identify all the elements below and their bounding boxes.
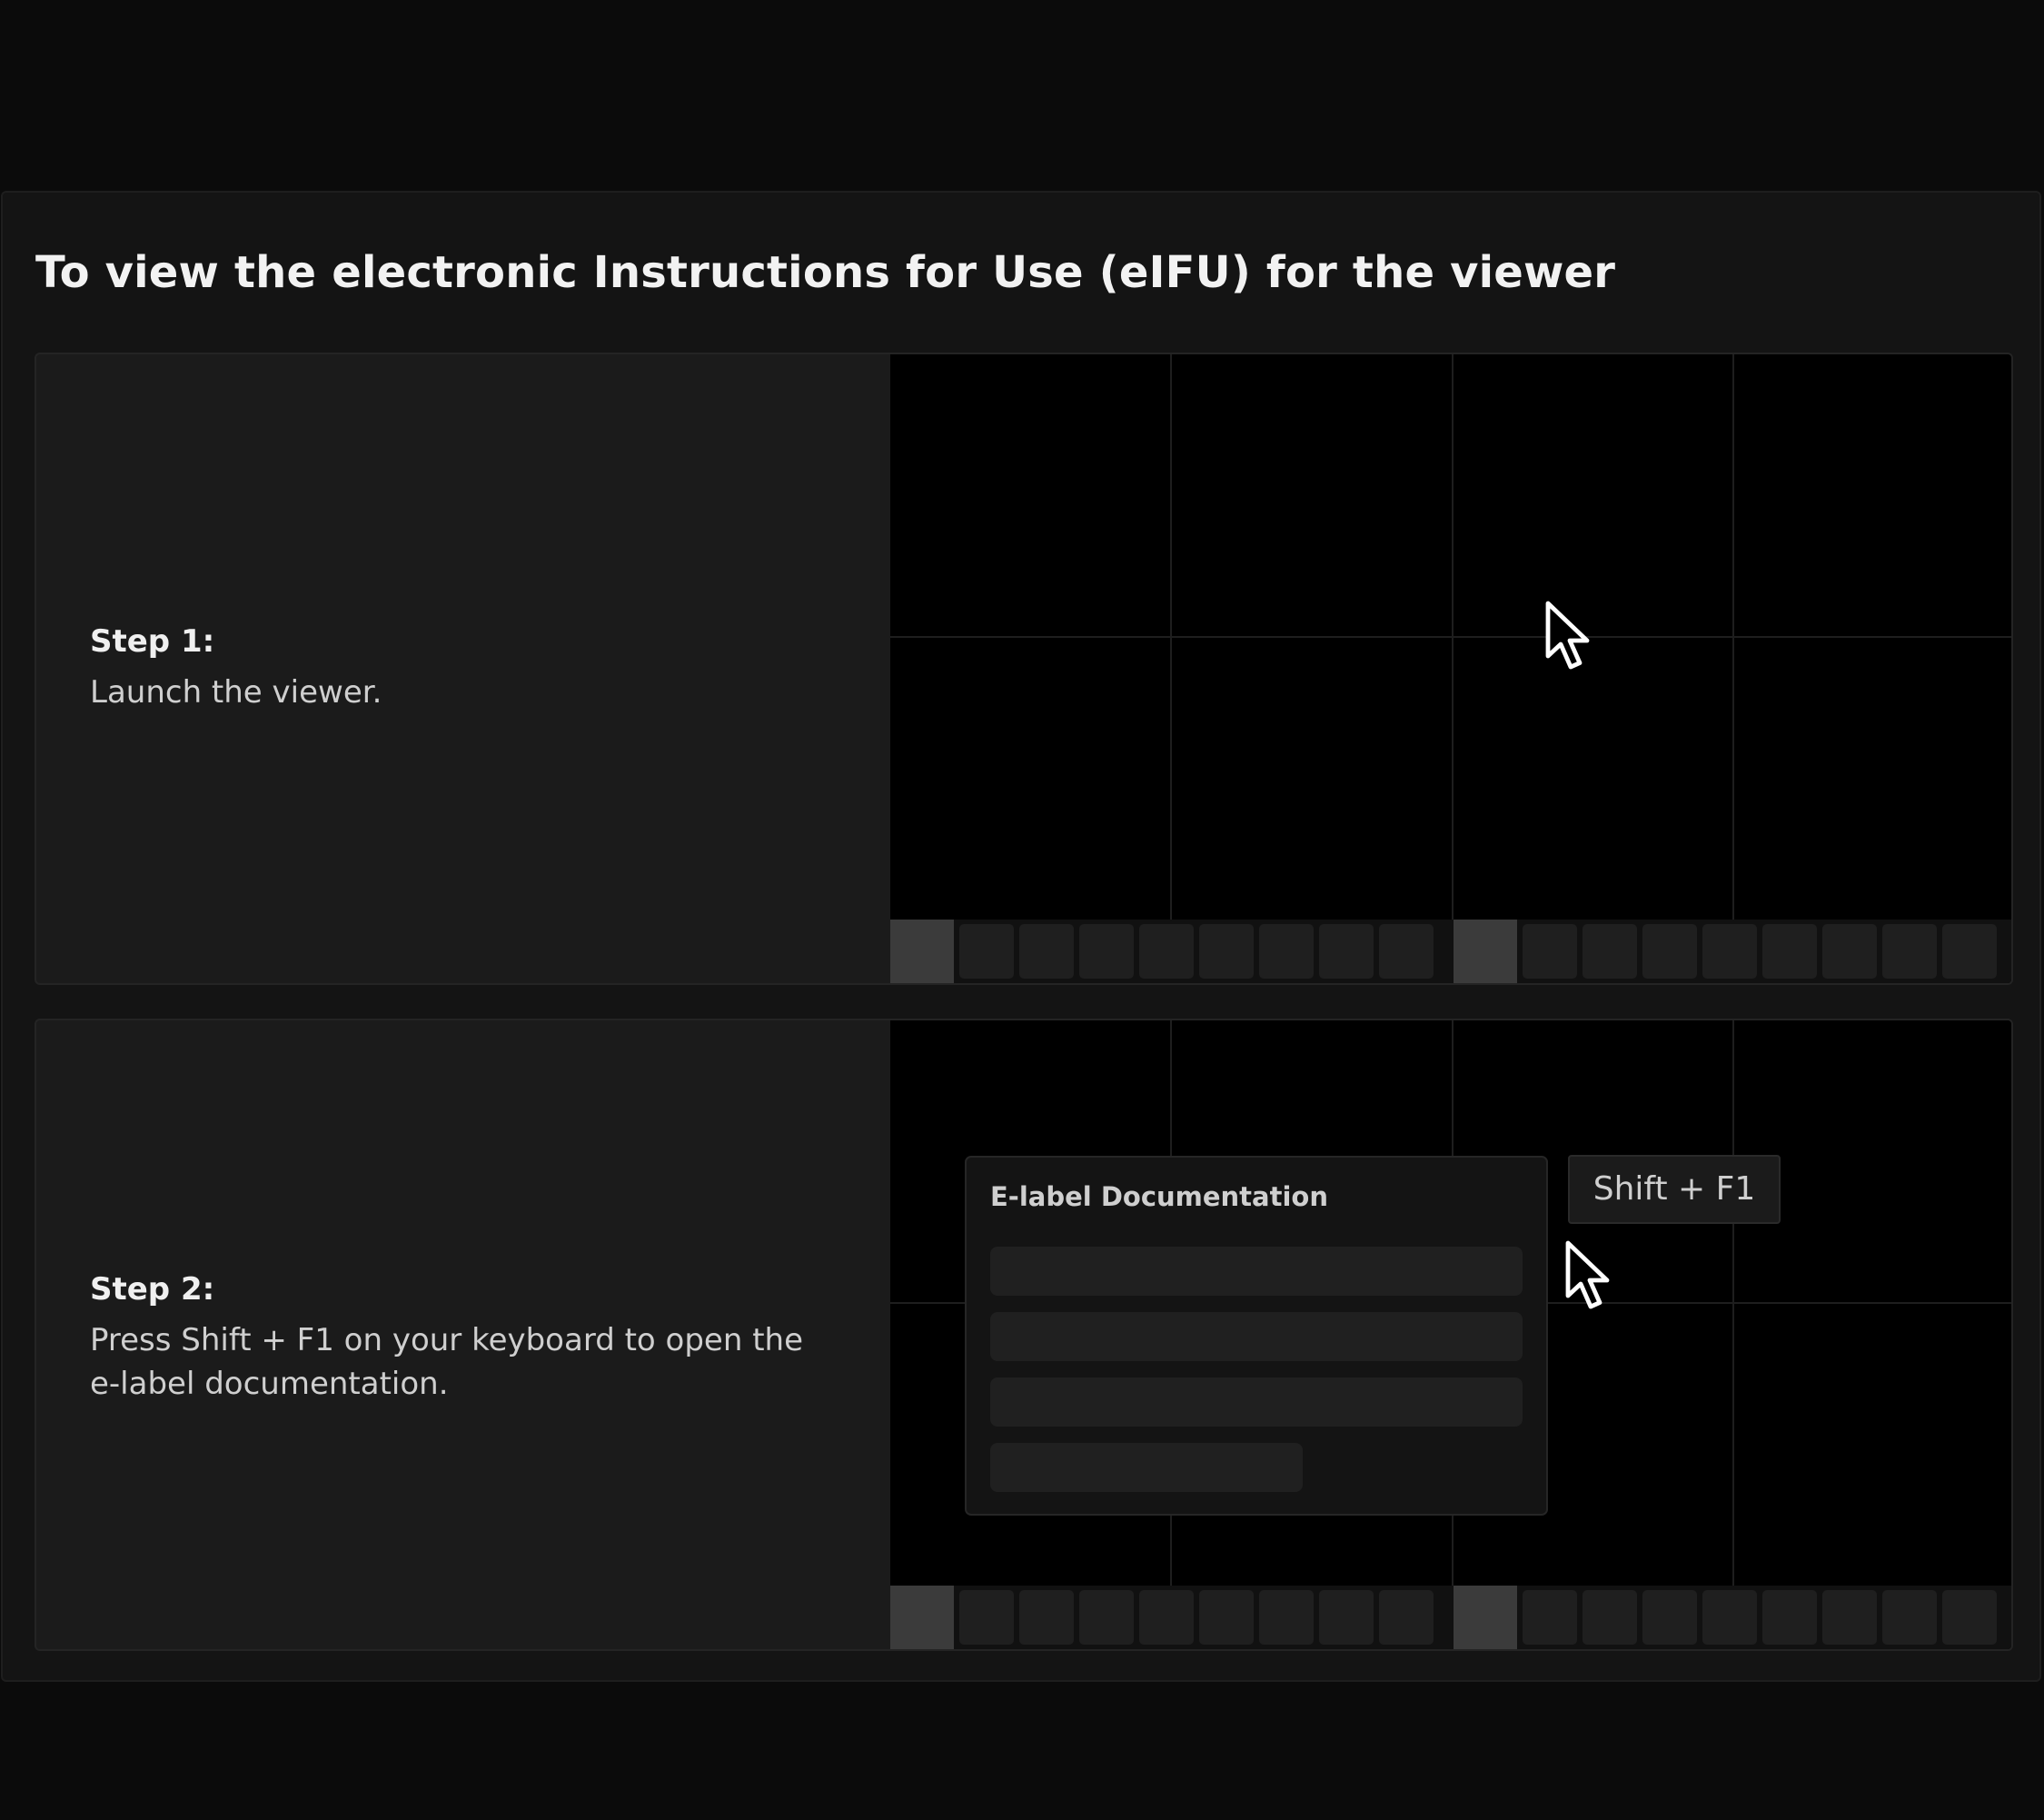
thumbnail[interactable] xyxy=(1702,1590,1757,1645)
step-2-description: Press Shift + F1 on your keyboard to ope… xyxy=(90,1322,803,1402)
thumbnail[interactable] xyxy=(1199,924,1254,979)
thumbnail[interactable] xyxy=(1019,924,1074,979)
thumbnail[interactable] xyxy=(1583,1590,1637,1645)
e-label-documentation-title: E-label Documentation xyxy=(990,1181,1328,1212)
thumbnail[interactable] xyxy=(1259,1590,1314,1645)
thumbnail[interactable] xyxy=(1702,924,1757,979)
step-1-text: Step 1: Launch the viewer. xyxy=(90,623,835,714)
thumbnail[interactable] xyxy=(959,1590,1014,1645)
thumbnail[interactable] xyxy=(1583,924,1637,979)
viewport-divider xyxy=(890,636,2011,638)
document-text-placeholder xyxy=(990,1443,1303,1492)
thumbnail[interactable] xyxy=(1822,1590,1877,1645)
thumbnail[interactable] xyxy=(1942,924,1997,979)
thumbnail[interactable] xyxy=(1319,1590,1374,1645)
step-1-description: Launch the viewer. xyxy=(90,674,382,711)
thumbnail-active[interactable] xyxy=(890,1586,954,1649)
thumbnail-active[interactable] xyxy=(1454,1586,1517,1649)
keyboard-shortcut-badge: Shift + F1 xyxy=(1568,1155,1781,1224)
thumbnail[interactable] xyxy=(1319,924,1374,979)
thumbnail[interactable] xyxy=(1642,1590,1697,1645)
document-text-placeholder xyxy=(990,1247,1523,1296)
step-1-card: Step 1: Launch the viewer. xyxy=(35,353,2013,985)
thumbnail[interactable] xyxy=(1523,1590,1577,1645)
page-title: To view the electronic Instructions for … xyxy=(35,247,1616,298)
thumbnail[interactable] xyxy=(959,924,1014,979)
thumbnail[interactable] xyxy=(1079,1590,1134,1645)
mouse-pointer-icon xyxy=(1565,1240,1610,1309)
document-text-placeholder xyxy=(990,1312,1523,1361)
thumbnail[interactable] xyxy=(1199,1590,1254,1645)
thumbnail[interactable] xyxy=(1762,1590,1817,1645)
thumbnail[interactable] xyxy=(1019,1590,1074,1645)
thumbnail-strip xyxy=(890,1586,2011,1649)
thumbnail[interactable] xyxy=(1139,924,1194,979)
thumbnail[interactable] xyxy=(1882,1590,1937,1645)
thumbnail[interactable] xyxy=(1139,1590,1194,1645)
thumbnail[interactable] xyxy=(1882,924,1937,979)
thumbnail-active[interactable] xyxy=(1454,920,1517,983)
thumbnail-strip xyxy=(890,920,2011,983)
thumbnail[interactable] xyxy=(1642,924,1697,979)
thumbnail[interactable] xyxy=(1942,1590,1997,1645)
mouse-pointer-icon xyxy=(1545,601,1590,670)
step-1-viewer-preview xyxy=(890,354,2011,983)
thumbnail[interactable] xyxy=(1379,924,1434,979)
thumbnail[interactable] xyxy=(1259,924,1314,979)
thumbnail[interactable] xyxy=(1762,924,1817,979)
step-1-label: Step 1: xyxy=(90,623,215,660)
thumbnail-active[interactable] xyxy=(890,920,954,983)
thumbnail[interactable] xyxy=(1079,924,1134,979)
thumbnail[interactable] xyxy=(1822,924,1877,979)
thumbnail[interactable] xyxy=(1379,1590,1434,1645)
document-text-placeholder xyxy=(990,1377,1523,1427)
step-2-text: Step 2: Press Shift + F1 on your keyboar… xyxy=(90,1271,835,1406)
e-label-documentation-window: E-label Documentation xyxy=(965,1156,1548,1516)
step-2-label: Step 2: xyxy=(90,1271,215,1308)
thumbnail[interactable] xyxy=(1523,924,1577,979)
